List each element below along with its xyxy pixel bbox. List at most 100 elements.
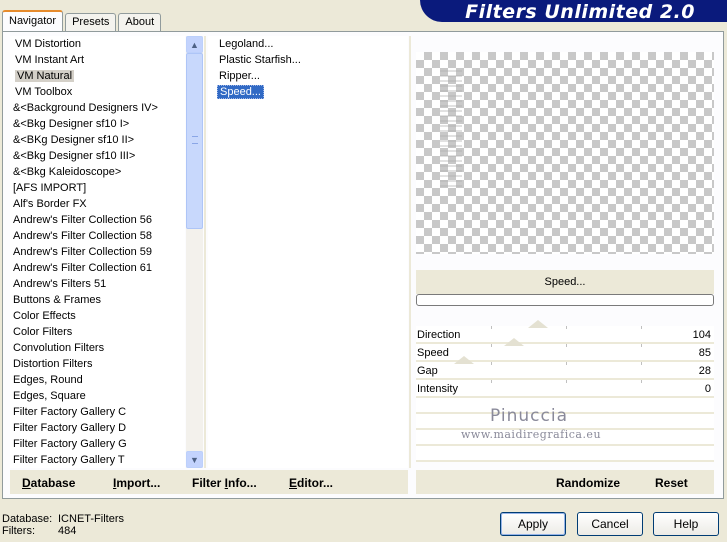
category-item[interactable]: Convolution Filters [10,340,185,356]
category-label: Distortion Filters [13,358,93,370]
param-slider-direction[interactable]: Direction 104 [416,320,714,344]
editor-button[interactable]: Editor... [289,476,333,490]
filter-item[interactable]: Ripper... [208,68,408,84]
category-item[interactable]: Filter Factory Gallery T [10,452,185,468]
scroll-thumb[interactable] [186,53,203,229]
empty-param-row [416,446,714,462]
watermark-name: Pinuccia [490,406,568,426]
category-label: &<Background Designers IV> [13,102,158,114]
category-label: VM Instant Art [15,54,85,66]
category-item[interactable]: &<Bkg Designer sf10 I> [10,116,185,132]
category-item[interactable]: Color Filters [10,324,185,340]
category-item[interactable]: Filter Factory Gallery C [10,404,185,420]
category-item[interactable]: Andrew's Filter Collection 61 [10,260,185,276]
filter-label: Speed... [217,85,264,99]
watermark-url: www.maidiregrafica.eu [461,428,602,441]
category-item[interactable]: Distortion Filters [10,356,185,372]
filter-item[interactable]: Plastic Starfish... [208,52,408,68]
category-label: Buttons & Frames [13,294,102,306]
param-slider-gap[interactable]: Gap 28 [416,356,714,380]
randomize-button[interactable]: Randomize [556,476,620,490]
category-item[interactable]: Alf's Border FX [10,196,185,212]
param-label: Direction [417,329,461,341]
category-label: Color Effects [13,310,76,322]
category-item[interactable]: VM Toolbox [10,84,185,100]
slider-thumb[interactable] [528,320,548,328]
category-item[interactable]: Filter Factory Gallery G [10,436,185,452]
tab-navigator[interactable]: Navigator [2,10,64,31]
title-banner: Filters Unlimited 2.0 [420,0,727,22]
category-label: &<Bkg Designer sf10 III> [13,150,136,162]
category-scrollbar[interactable]: ▲ ▼ [186,36,203,468]
category-item[interactable]: Andrew's Filter Collection 59 [10,244,185,260]
category-item[interactable]: Andrew's Filters 51 [10,276,185,292]
scroll-down-button[interactable]: ▼ [186,451,203,468]
filters-count-value: 484 [58,525,77,537]
import-button[interactable]: Import... [113,476,160,490]
category-label: Filter Factory Gallery C [13,406,127,418]
category-label: Edges, Square [13,390,86,402]
category-label: Andrew's Filter Collection 58 [13,230,153,242]
filter-info-button[interactable]: Filter Info... [192,476,257,490]
category-label: &<BKg Designer sf10 II> [13,134,135,146]
banner-title: Filters Unlimited 2.0 [465,1,695,22]
category-item[interactable]: &<Background Designers IV> [10,100,185,116]
preview-content [440,70,462,190]
filter-label: Plastic Starfish... [219,54,301,66]
param-label: Speed [417,347,449,359]
param-value: 85 [698,347,711,359]
category-label: &<Bkg Designer sf10 I> [13,118,130,130]
chevron-down-icon: ▼ [190,454,199,465]
scroll-up-button[interactable]: ▲ [186,36,203,53]
category-label: VM Toolbox [15,86,73,98]
tab-presets[interactable]: Presets [65,13,117,31]
database-button[interactable]: Database [22,476,75,490]
category-item[interactable]: Filter Factory Gallery D [10,420,185,436]
category-label: Convolution Filters [13,342,105,354]
filter-item[interactable]: Speed... [208,84,408,100]
cancel-button[interactable]: Cancel [577,512,643,536]
help-button[interactable]: Help [653,512,719,536]
reset-button[interactable]: Reset [655,476,688,490]
filter-item[interactable]: Legoland... [208,36,408,52]
tab-about[interactable]: About [118,13,162,31]
category-label: Andrew's Filters 51 [13,278,107,290]
category-item[interactable]: Buttons & Frames [10,292,185,308]
category-label: [AFS IMPORT] [13,182,87,194]
apply-button[interactable]: Apply [500,512,566,536]
category-list[interactable]: VM Distortion VM Instant Art VM Natural VM … [10,36,185,468]
filter-list[interactable]: Legoland... Plastic Starfish... Ripper... S… [208,36,408,468]
param-label: Intensity [417,383,458,395]
param-slider-intensity[interactable]: Intensity 0 [416,380,714,398]
param-value: 104 [692,329,711,341]
category-label: Andrew's Filter Collection 61 [13,262,153,274]
category-item[interactable]: VM Instant Art [10,52,185,68]
category-item[interactable]: Edges, Round [10,372,185,388]
category-label: VM Distortion [15,38,82,50]
category-item[interactable]: &<Bkg Kaleidoscope> [10,164,185,180]
database-label: Database: [2,513,53,525]
category-item[interactable]: Andrew's Filter Collection 58 [10,228,185,244]
category-item[interactable]: &<Bkg Designer sf10 III> [10,148,185,164]
category-item[interactable]: VM Natural [10,68,185,84]
progress-bar [416,294,714,306]
chevron-up-icon: ▲ [190,39,199,50]
filter-label: Legoland... [219,38,274,50]
param-value: 0 [704,383,711,395]
category-label: Filter Factory Gallery D [13,422,127,434]
category-item[interactable]: Color Effects [10,308,185,324]
database-value: ICNET-Filters [58,513,124,525]
category-label: Andrew's Filter Collection 56 [13,214,153,226]
category-item[interactable]: [AFS IMPORT] [10,180,185,196]
category-item[interactable]: &<BKg Designer sf10 II> [10,132,185,148]
category-item[interactable]: VM Distortion [10,36,185,52]
category-label: Filter Factory Gallery G [13,438,127,450]
category-item[interactable]: Edges, Square [10,388,185,404]
divider [204,36,206,468]
category-label: Color Filters [13,326,73,338]
category-item[interactable]: Andrew's Filter Collection 56 [10,212,185,228]
slider-thumb[interactable] [504,338,524,346]
slider-thumb[interactable] [454,356,474,364]
filter-name-label: Speed... [416,270,714,294]
category-label: VM Natural [15,70,75,82]
